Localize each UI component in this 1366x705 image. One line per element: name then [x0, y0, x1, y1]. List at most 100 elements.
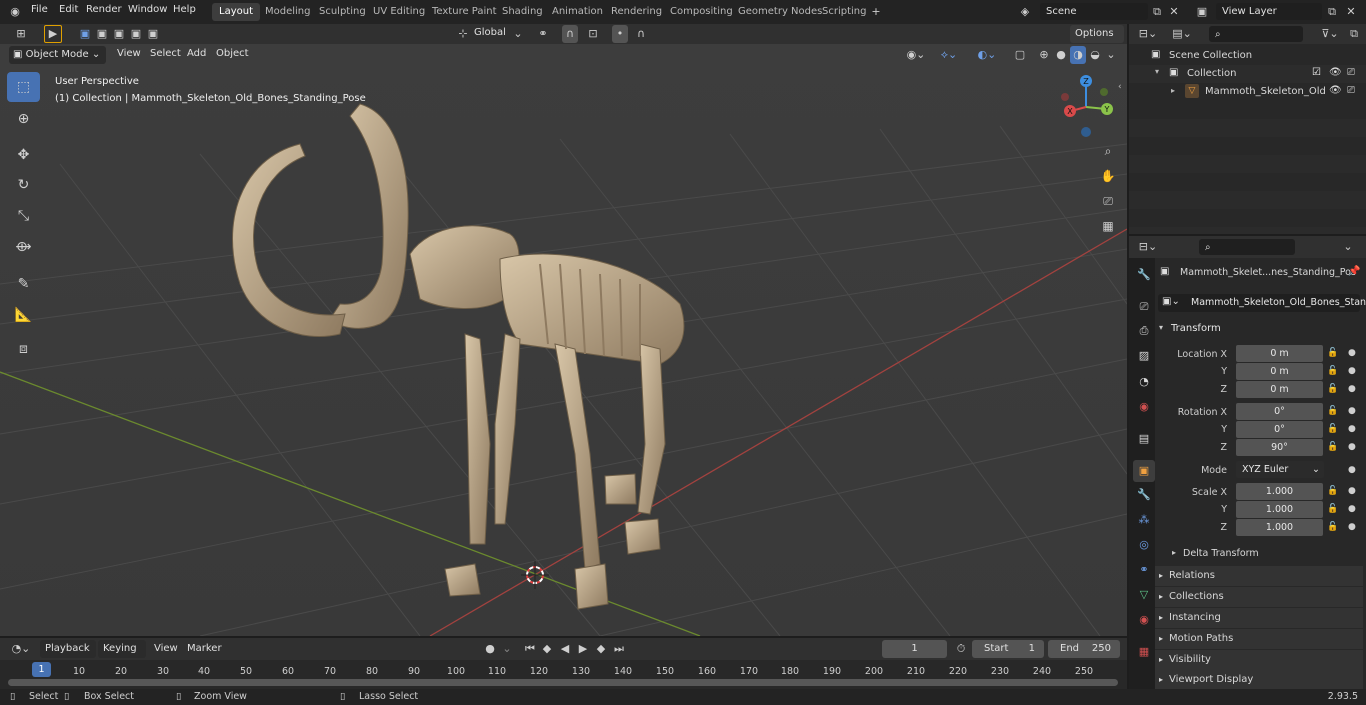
outliner-search-field[interactable]: ⌕	[1209, 26, 1303, 42]
collection-checkbox[interactable]: ☑	[1312, 67, 1321, 78]
location-z-field[interactable]: 0 m	[1236, 381, 1323, 398]
view-layer-icon[interactable]: ▣	[1190, 3, 1214, 21]
timeline-menu-marker[interactable]: Marker	[187, 643, 222, 654]
rotate-tool-icon[interactable]: ↻	[7, 170, 40, 200]
collection-render-icon[interactable]: ⎚	[1347, 67, 1355, 78]
editor-type-icon[interactable]: ⊞	[8, 25, 34, 43]
gizmo-toggle-icon[interactable]: ⟡⌄	[934, 46, 964, 64]
view-layer-field[interactable]: View Layer	[1216, 3, 1322, 20]
delta-transform-subpanel[interactable]: ▸ Delta Transform	[1168, 545, 1358, 563]
collection-tab-icon[interactable]: ▤	[1133, 428, 1155, 450]
object-tab-icon[interactable]: ▣	[1133, 460, 1155, 482]
rotation-z-lock-icon[interactable]: 🔓	[1327, 442, 1338, 452]
play-icon[interactable]: ▶	[575, 640, 591, 658]
proportional-edit-icon[interactable]: •	[612, 25, 628, 43]
playback-dropdown[interactable]: Playback ⌄	[40, 640, 96, 672]
vp-menu-select[interactable]: Select	[150, 48, 181, 59]
tab-compositing[interactable]: Compositing	[663, 3, 740, 21]
location-z-lock-icon[interactable]: 🔓	[1327, 384, 1338, 394]
location-z-keyframe-icon[interactable]: ●	[1348, 384, 1356, 394]
rotation-z-field[interactable]: 90°	[1236, 439, 1323, 456]
constraints-tab-icon[interactable]: ⚭	[1133, 559, 1155, 581]
object-eye-icon[interactable]: 👁	[1329, 85, 1342, 96]
move-tool-icon[interactable]: ✥	[7, 140, 40, 170]
view-layer-tab-icon[interactable]: ▨	[1133, 345, 1155, 367]
particles-tab-icon[interactable]: ⁂	[1133, 509, 1155, 531]
vp-menu-add[interactable]: Add	[187, 48, 206, 59]
outliner-row-object[interactable]: ▸ ▽ Mammoth_Skeleton_Old 👁 ⎚	[1129, 83, 1366, 101]
new-scene-icon[interactable]: ⧉	[1150, 3, 1164, 21]
blender-logo-icon[interactable]: ◉	[6, 3, 24, 21]
outliner-row-scene-collection[interactable]: ▣ Scene Collection	[1129, 47, 1366, 65]
shading-material-icon[interactable]: ◑	[1070, 46, 1086, 64]
location-x-field[interactable]: 0 m	[1236, 345, 1323, 362]
rotation-y-field[interactable]: 0°	[1236, 421, 1323, 438]
new-view-layer-icon[interactable]: ⧉	[1325, 3, 1339, 21]
tool-tab-icon[interactable]: 🔧	[1133, 264, 1155, 286]
select-box-tool-icon[interactable]: ⬚	[7, 72, 40, 102]
scale-z-keyframe-icon[interactable]: ●	[1348, 522, 1356, 532]
object-mode-dropdown[interactable]: ▣ Object Mode ⌄	[9, 46, 106, 64]
texture-tab-icon[interactable]: ▦	[1133, 641, 1155, 663]
scene-tab-icon[interactable]: ◔	[1133, 371, 1155, 393]
scale-y-lock-icon[interactable]: 🔓	[1327, 504, 1338, 514]
scene-icon[interactable]: ◈	[1013, 3, 1037, 21]
xray-icon[interactable]: ▢	[1013, 46, 1027, 64]
tab-shading[interactable]: Shading	[495, 3, 550, 21]
props-editor-type-icon[interactable]: ⊟⌄	[1135, 238, 1161, 256]
expand-object-icon[interactable]: ▸	[1171, 86, 1175, 95]
orientation-icon[interactable]: ⊹	[456, 25, 470, 43]
record-icon[interactable]: ●	[481, 640, 499, 658]
menu-help[interactable]: Help	[173, 4, 196, 15]
mode-intersect-icon[interactable]: ▣	[146, 25, 160, 43]
modifier-tab-icon[interactable]: 🔧	[1133, 484, 1155, 506]
collection-eye-icon[interactable]: 👁	[1329, 67, 1342, 78]
menu-file[interactable]: File	[31, 4, 48, 15]
visibility-filter-icon[interactable]: ◉⌄	[903, 46, 929, 64]
overlays-icon[interactable]: ◐⌄	[972, 46, 1002, 64]
object-name-label[interactable]: Mammoth_Skelet...nes_Standing_Pos	[1180, 267, 1356, 278]
timeline-menu-view[interactable]: View	[154, 643, 178, 654]
tab-scripting[interactable]: Scripting	[815, 3, 873, 21]
end-frame-field[interactable]: End 250	[1048, 640, 1120, 658]
outliner-editor-type-icon[interactable]: ⊟⌄	[1135, 25, 1161, 43]
mode-new-icon[interactable]: ▣	[78, 25, 92, 43]
world-tab-icon[interactable]: ◉	[1133, 396, 1155, 418]
menu-render[interactable]: Render	[86, 4, 122, 15]
annotate-tool-icon[interactable]: ✎	[7, 269, 40, 299]
collections-panel[interactable]: ▸ Collections	[1155, 587, 1363, 607]
vp-menu-view[interactable]: View	[117, 48, 141, 59]
rotation-x-field[interactable]: 0°	[1236, 403, 1323, 420]
snap-icon[interactable]: ∩	[562, 25, 578, 43]
orientation-chevron-icon[interactable]: ⌄	[512, 25, 524, 43]
timeline-scrollbar[interactable]	[8, 679, 1118, 686]
add-cube-tool-icon[interactable]: ⧈	[7, 334, 40, 364]
scale-tool-icon[interactable]: ⤡	[7, 201, 40, 231]
jump-end-icon[interactable]: ⏭	[611, 640, 627, 658]
rotation-y-keyframe-icon[interactable]: ●	[1348, 424, 1356, 434]
next-keyframe-icon[interactable]: ◆	[593, 640, 609, 658]
location-y-lock-icon[interactable]: 🔓	[1327, 366, 1338, 376]
orientation-dropdown[interactable]: Global	[474, 27, 506, 38]
object-datablock-field[interactable]: ▣⌄ Mammoth_Skeleton_Old_Bones_Standi...	[1158, 294, 1366, 312]
viewport-display-panel[interactable]: ▸ Viewport Display	[1155, 670, 1363, 689]
navigation-gizmo[interactable]: Z Y X	[1051, 72, 1121, 142]
location-y-keyframe-icon[interactable]: ●	[1348, 366, 1356, 376]
rotation-y-lock-icon[interactable]: 🔓	[1327, 424, 1338, 434]
shading-wireframe-icon[interactable]: ⊕	[1036, 46, 1052, 64]
tab-sculpting[interactable]: Sculpting	[312, 3, 373, 21]
material-tab-icon[interactable]: ◉	[1133, 609, 1155, 631]
display-mode-icon[interactable]: ▤⌄	[1169, 25, 1195, 43]
jump-start-icon[interactable]: ⏮	[522, 640, 538, 658]
location-x-keyframe-icon[interactable]: ●	[1348, 348, 1356, 358]
tab-rendering[interactable]: Rendering	[604, 3, 669, 21]
options-dropdown[interactable]: Options ⌄	[1070, 25, 1124, 57]
rotation-mode-keyframe-icon[interactable]: ●	[1348, 465, 1356, 475]
scale-x-lock-icon[interactable]: 🔓	[1327, 486, 1338, 496]
props-options-icon[interactable]: ⌄	[1341, 238, 1355, 256]
location-y-field[interactable]: 0 m	[1236, 363, 1323, 380]
pan-hand-icon[interactable]: ✋	[1097, 165, 1119, 187]
record-options-icon[interactable]: ⌄	[500, 640, 514, 658]
rotation-z-keyframe-icon[interactable]: ●	[1348, 442, 1356, 452]
render-tab-icon[interactable]: ⎚	[1133, 296, 1155, 318]
